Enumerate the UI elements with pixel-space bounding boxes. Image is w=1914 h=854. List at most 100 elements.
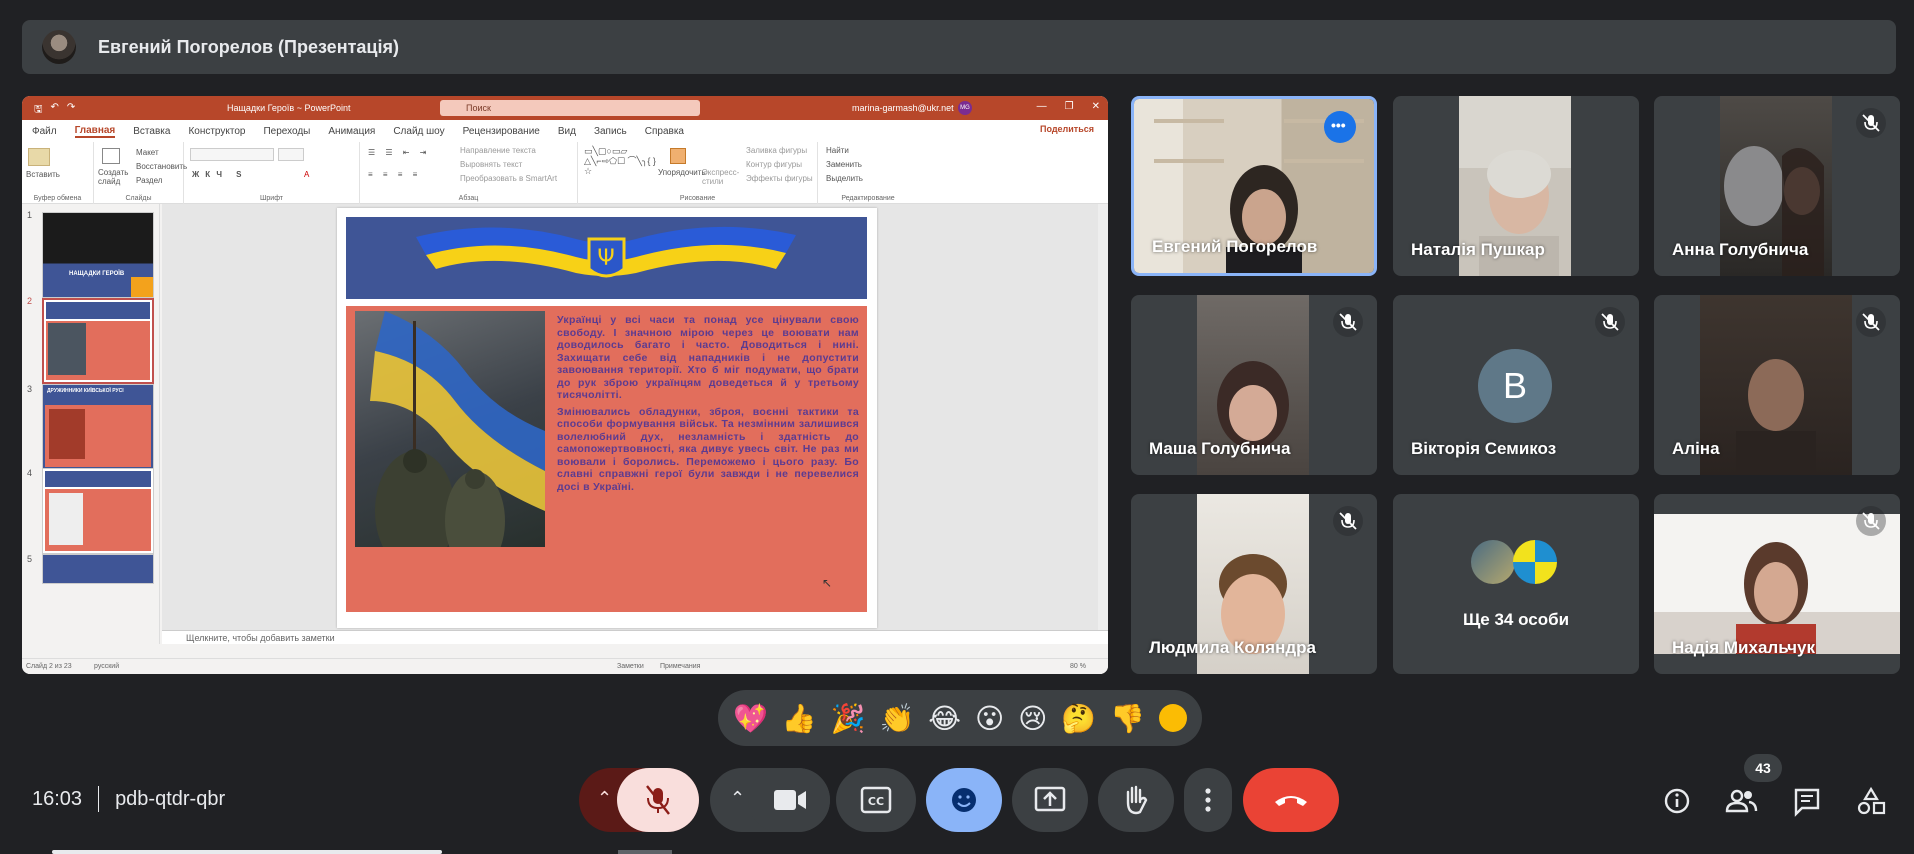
search-box[interactable]: Поиск xyxy=(440,100,700,116)
slide-thumbnail-2[interactable] xyxy=(42,298,154,384)
reaction-sparkling-heart[interactable]: 💖 xyxy=(733,702,768,735)
text-direction-button[interactable]: Направление текста xyxy=(460,146,536,155)
tab-view[interactable]: Вид xyxy=(558,126,576,137)
tab-design[interactable]: Конструктор xyxy=(188,126,245,137)
restore-icon[interactable]: ❐ xyxy=(1065,101,1074,112)
reaction-thumbs-down[interactable]: 👎 xyxy=(1110,702,1145,735)
tab-home[interactable]: Главная xyxy=(74,125,116,138)
find-button[interactable]: Найти xyxy=(826,146,849,155)
raise-hand-button[interactable] xyxy=(1098,768,1174,832)
zoom-level[interactable]: 80 % xyxy=(1070,663,1086,670)
align-icons[interactable]: ≡ ≡ ≡ ≡ xyxy=(368,170,421,179)
activities-button[interactable] xyxy=(1850,780,1892,822)
font-size-field[interactable] xyxy=(278,148,304,161)
reaction-thumbs-up[interactable]: 👍 xyxy=(782,702,817,735)
slide-thumbnail-1[interactable]: НАЩАДКИ ГЕРОЇВ xyxy=(42,212,154,298)
meeting-code[interactable]: pdb-qtdr-qbr xyxy=(115,788,225,811)
user-avatar[interactable]: MG xyxy=(958,101,972,115)
reaction-laughing[interactable]: 😂 xyxy=(928,702,961,735)
notes-button[interactable]: Заметки xyxy=(617,663,644,670)
participant-tile[interactable]: Маша Голубнича xyxy=(1131,295,1377,475)
participant-tile[interactable]: Аліна xyxy=(1654,295,1900,475)
reaction-party-popper[interactable]: 🎉 xyxy=(831,702,866,735)
tab-transitions[interactable]: Переходы xyxy=(263,126,310,137)
emoji-icon xyxy=(952,788,976,812)
align-text-button[interactable]: Выровнять текст xyxy=(460,160,522,169)
paste-icon[interactable] xyxy=(28,148,50,166)
paste-button[interactable]: Вставить xyxy=(26,170,60,179)
arrange-button[interactable]: Упорядочить xyxy=(658,168,706,177)
more-options-button[interactable] xyxy=(1184,768,1232,832)
font-color-icon[interactable]: A xyxy=(304,170,309,179)
close-icon[interactable]: ✕ xyxy=(1092,101,1100,112)
muted-indicator xyxy=(1856,506,1886,536)
share-button[interactable]: Поделиться xyxy=(1040,124,1094,134)
convert-smartart-button[interactable]: Преобразовать в SmartArt xyxy=(460,174,557,183)
minimize-icon[interactable]: — xyxy=(1037,101,1047,112)
undo-icon[interactable]: ↶ xyxy=(51,102,59,119)
audio-options-chevron-icon[interactable]: ⌃ xyxy=(597,788,612,809)
more-options-button[interactable]: ••• xyxy=(1324,111,1356,143)
shapes-gallery[interactable]: ▭╲▢○▭▱ △╲⌐⇨⬠☐ ⌒╲╮{ }☆ xyxy=(584,146,658,176)
shape-outline-button[interactable]: Контур фигуры xyxy=(746,160,802,169)
select-button[interactable]: Выделить xyxy=(826,174,863,183)
participant-tile[interactable]: ••• Евгений Погорелов xyxy=(1131,96,1377,276)
slide-thumbnail-3[interactable]: ДРУЖИННИКИ КИЇВСЬКОЇ РУСІ xyxy=(42,384,154,470)
svg-text:Ψ: Ψ xyxy=(597,246,614,271)
reaction-thinking[interactable]: 🤔 xyxy=(1061,702,1096,735)
layout-button[interactable]: Макет xyxy=(136,148,159,157)
replace-button[interactable]: Заменить xyxy=(826,160,862,169)
save-icon[interactable]: 🖫 xyxy=(34,102,43,119)
shape-fill-button[interactable]: Заливка фигуры xyxy=(746,146,807,155)
thumb-4-photo xyxy=(49,493,83,545)
captions-button[interactable]: CC xyxy=(836,768,916,832)
arrange-icon[interactable] xyxy=(670,148,686,164)
tab-record[interactable]: Запись xyxy=(594,126,627,137)
participant-tile[interactable]: Надія Михальчук xyxy=(1654,494,1900,674)
skin-tone-picker[interactable] xyxy=(1158,704,1187,732)
notes-pane[interactable]: Щелкните, чтобы добавить заметки xyxy=(162,630,1108,644)
slide-thumbnail-4[interactable] xyxy=(42,468,154,554)
others-tile[interactable]: Ще 34 особи xyxy=(1393,494,1639,674)
redo-icon[interactable]: ↷ xyxy=(67,102,75,119)
tab-slideshow[interactable]: Слайд шоу xyxy=(393,126,444,137)
reactions-button[interactable] xyxy=(926,768,1002,832)
new-slide-icon[interactable] xyxy=(102,148,120,164)
ribbon-tabs: Файл Главная Вставка Конструктор Переход… xyxy=(22,120,1108,142)
microphone-button[interactable] xyxy=(617,768,699,832)
participant-tile[interactable]: Наталія Пушкар xyxy=(1393,96,1639,276)
chat-button[interactable] xyxy=(1786,780,1828,822)
participant-tile[interactable]: Людмила Коляндра xyxy=(1131,494,1377,674)
new-slide-button[interactable]: Создать слайд xyxy=(98,168,128,186)
font-name-field[interactable] xyxy=(190,148,274,161)
tab-file[interactable]: Файл xyxy=(32,126,57,137)
reaction-surprised[interactable]: 😮 xyxy=(975,702,1004,735)
camera-button[interactable] xyxy=(748,768,830,832)
slide-thumbnail-5[interactable] xyxy=(42,554,154,584)
participant-name: Людмила Коляндра xyxy=(1149,638,1316,657)
quick-styles-button[interactable]: Экспресс-стили xyxy=(702,168,739,186)
comments-button[interactable]: Примечания xyxy=(660,663,700,670)
tab-help[interactable]: Справка xyxy=(645,126,684,137)
tab-animation[interactable]: Анимация xyxy=(328,126,375,137)
present-screen-button[interactable] xyxy=(1012,768,1088,832)
bullets-icon[interactable]: ☰ ☰ ⇤ ⇥ xyxy=(368,148,430,157)
svg-text:CC: CC xyxy=(868,795,884,808)
section-button[interactable]: Раздел xyxy=(136,176,162,185)
video-options-chevron-icon[interactable]: ⌃ xyxy=(730,788,745,809)
leave-call-button[interactable] xyxy=(1243,768,1339,832)
bold-italic-underline-icons[interactable]: ЖКЧ S xyxy=(192,170,248,179)
mic-off-icon xyxy=(1601,313,1619,331)
tab-review[interactable]: Рецензирование xyxy=(463,126,540,137)
shape-effects-button[interactable]: Эффекты фигуры xyxy=(746,174,813,183)
meeting-details-button[interactable] xyxy=(1656,780,1698,822)
current-slide[interactable]: Ψ Українці у всі часи та понад усе цінув… xyxy=(337,208,877,628)
tab-insert[interactable]: Вставка xyxy=(133,126,170,137)
participant-tile[interactable]: Анна Голубнича xyxy=(1654,96,1900,276)
reset-button[interactable]: Восстановить xyxy=(136,162,187,171)
people-button[interactable] xyxy=(1720,780,1762,822)
reaction-clapping[interactable]: 👏 xyxy=(879,702,914,735)
reaction-crying[interactable]: 😢 xyxy=(1018,702,1047,735)
participant-tile[interactable]: В Вікторія Семикоз xyxy=(1393,295,1639,475)
vertical-scrollbar[interactable] xyxy=(1098,204,1108,630)
